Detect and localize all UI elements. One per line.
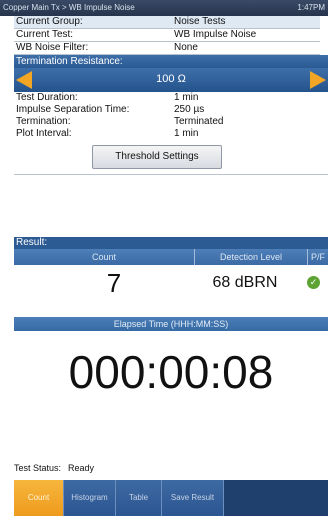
tab-count[interactable]: Count [14, 480, 64, 516]
info-label: Test Duration: [16, 92, 78, 103]
bottom-tab-bar: Count Histogram Table Save Result [14, 480, 328, 516]
info-label: Termination: [16, 116, 71, 127]
info-row-current-group: Current Group: Noise Tests [14, 16, 320, 29]
tab-table[interactable]: Table [116, 480, 162, 516]
column-detection-level: Detection Level [219, 252, 283, 262]
info-label: Impulse Separation Time: [16, 104, 130, 115]
info-row-current-test: Current Test: WB Impulse Noise [14, 29, 320, 42]
termination-resistance-value: 100 Ω [156, 73, 186, 85]
detection-level-value: 68 dBRN [212, 274, 278, 291]
info-label: Current Group: [16, 16, 83, 27]
elapsed-time-value: 000:00:08 [68, 346, 274, 398]
threshold-area: Threshold Settings [14, 140, 328, 175]
info-row-test-duration: Test Duration: 1 min [14, 92, 320, 104]
elapsed-time-label: Elapsed Time (HHH:MM:SS) [14, 317, 328, 331]
test-status-label: Test Status: [14, 463, 62, 473]
arrow-right-icon[interactable] [310, 71, 326, 89]
tab-save-result[interactable]: Save Result [162, 480, 224, 516]
result-header: Result: [14, 237, 328, 249]
termination-resistance-label: Termination Resistance: [14, 55, 328, 68]
info-value: 1 min [174, 92, 199, 103]
test-settings-panel: Test Duration: 1 min Impulse Separation … [14, 92, 320, 140]
info-value: Terminated [174, 116, 224, 127]
threshold-settings-button[interactable]: Threshold Settings [92, 145, 222, 169]
info-value: None [174, 42, 198, 53]
info-value: 250 µs [174, 104, 205, 115]
result-columns: Count Detection Level P/F [14, 249, 328, 265]
info-value: Noise Tests [174, 16, 226, 27]
status-time: 1:47PM [297, 3, 325, 12]
check-icon: ✓ [307, 276, 320, 289]
info-row-termination: Termination: Terminated [14, 116, 320, 128]
count-value: 7 [106, 268, 122, 298]
column-pf: P/F [310, 252, 325, 262]
info-value: WB Impulse Noise [174, 29, 257, 40]
test-status-value: Ready [68, 463, 95, 473]
info-row-noise-filter: WB Noise Filter: None [14, 42, 320, 55]
title-bar: Copper Main Tx > WB Impulse Noise 1:47PM [0, 0, 328, 16]
termination-resistance-selector[interactable]: 100 Ω [14, 68, 328, 92]
info-value: 1 min [174, 128, 199, 139]
info-row-plot-interval: Plot Interval: 1 min [14, 128, 320, 140]
window-title: Copper Main Tx > WB Impulse Noise [3, 3, 135, 12]
column-count: Count [91, 252, 117, 262]
info-label: Plot Interval: [16, 128, 72, 139]
info-label: Current Test: [16, 29, 74, 40]
info-row-impulse-separation: Impulse Separation Time: 250 µs [14, 104, 320, 116]
info-label: WB Noise Filter: [16, 42, 89, 53]
test-info-panel: Current Group: Noise Tests Current Test:… [14, 16, 320, 55]
tab-histogram[interactable]: Histogram [64, 480, 116, 516]
